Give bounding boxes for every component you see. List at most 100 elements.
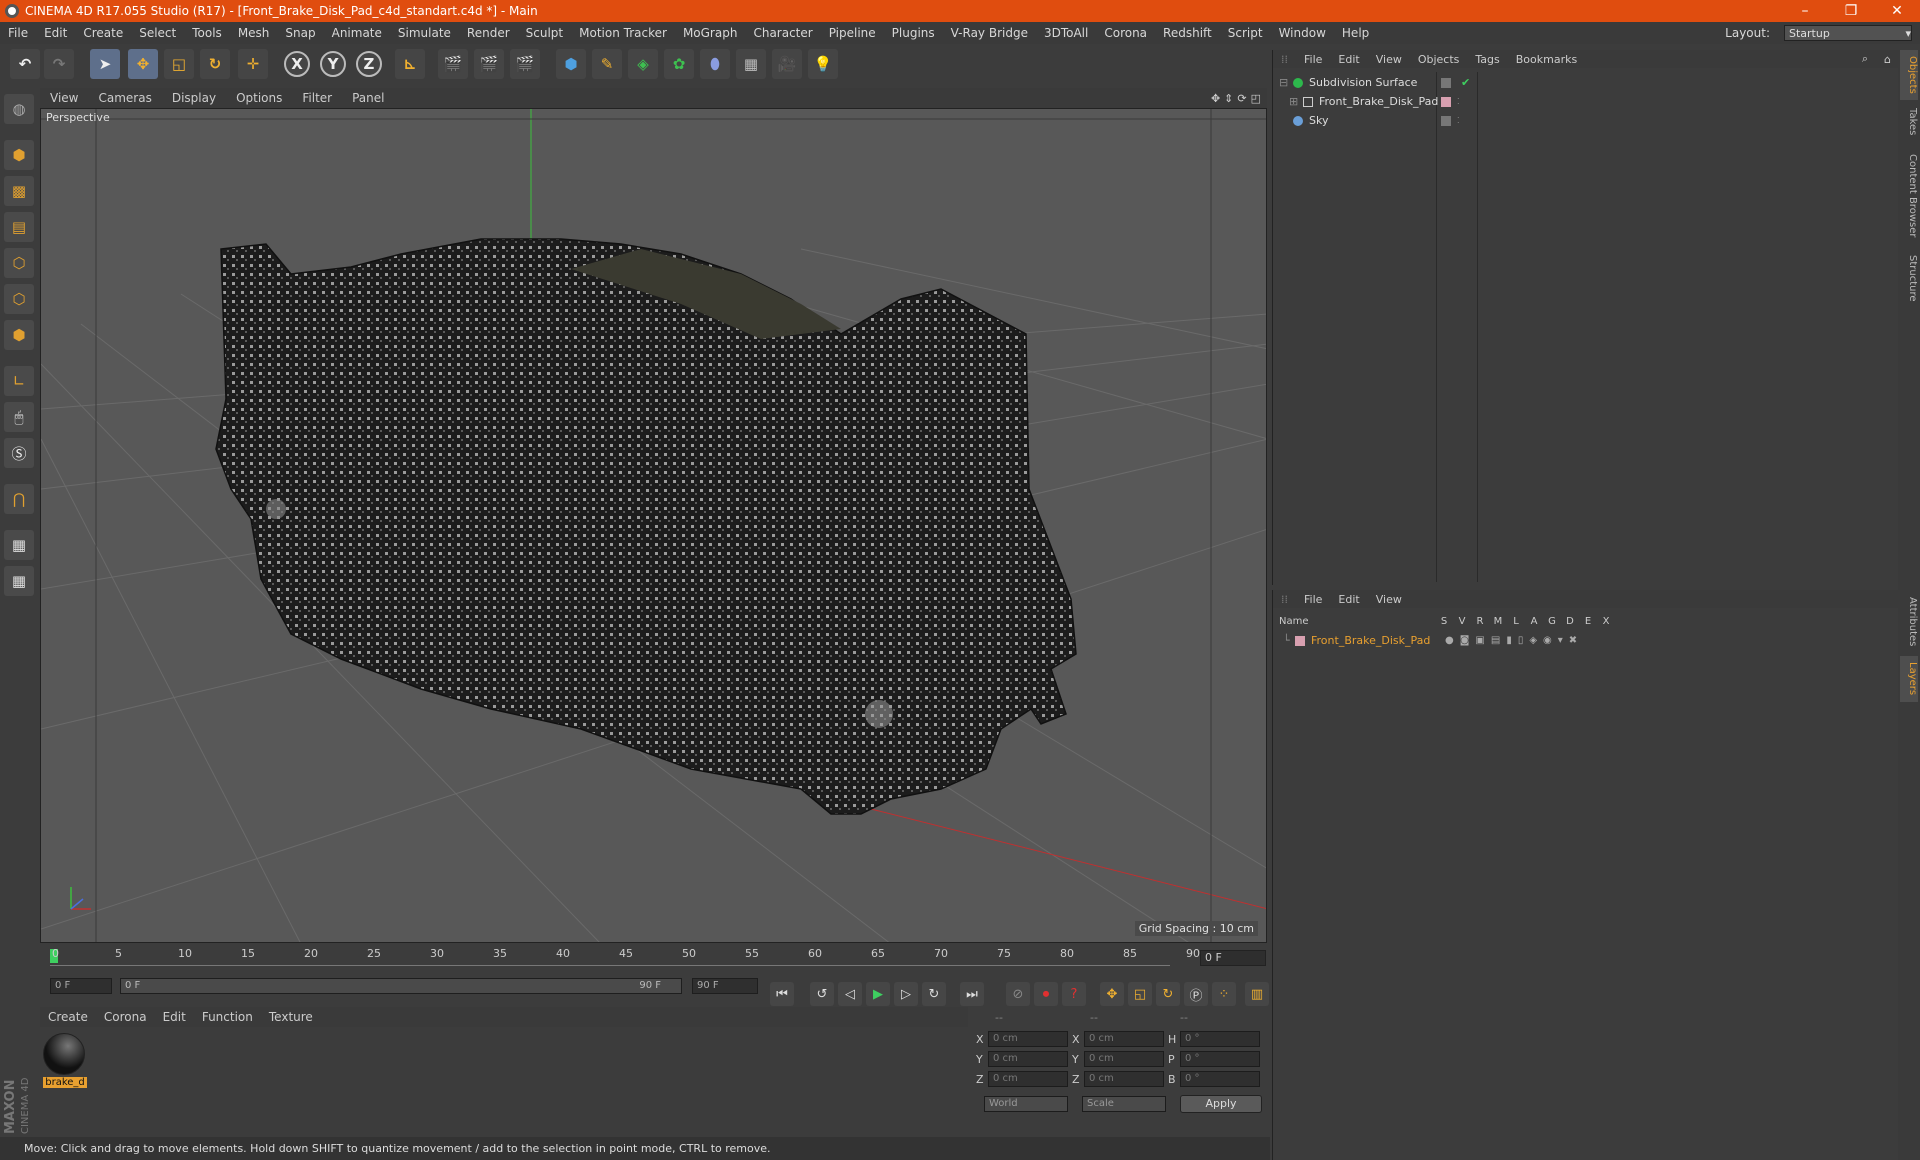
size-mode-select[interactable]: Scale	[1082, 1096, 1166, 1112]
search-icon[interactable]: ⌕	[1854, 52, 1876, 66]
material-menu-corona[interactable]: Corona	[96, 1010, 155, 1024]
layer-menu-file[interactable]: File	[1296, 593, 1330, 606]
workplane-align-button[interactable]: ▦	[4, 566, 34, 596]
menu-plugins[interactable]: Plugins	[884, 26, 943, 40]
start-frame-field[interactable]: 0 F	[50, 978, 112, 994]
key-position-button[interactable]: ✥	[1100, 982, 1124, 1006]
add-deformer-button[interactable]: ⬮	[700, 49, 730, 79]
obj-menu-file[interactable]: File	[1296, 53, 1330, 66]
add-cube-button[interactable]: ⬢	[556, 49, 586, 79]
rot-p-field[interactable]: 0 °	[1180, 1051, 1260, 1067]
record-position-button[interactable]: ⊘	[1006, 982, 1030, 1006]
menu-mograph[interactable]: MoGraph	[675, 26, 746, 40]
tab-structure[interactable]: Structure	[1900, 248, 1918, 308]
menu-file[interactable]: File	[0, 26, 36, 40]
previous-frame-button[interactable]: ◁	[838, 982, 862, 1006]
menu-corona[interactable]: Corona	[1096, 26, 1155, 40]
go-to-start-button[interactable]: ⏮	[770, 982, 794, 1006]
axis-mode-button[interactable]: ∟	[4, 366, 34, 396]
brake-pad-model[interactable]	[215, 238, 1077, 815]
menu-help[interactable]: Help	[1334, 26, 1377, 40]
size-y-field[interactable]: 0 cm	[1084, 1051, 1164, 1067]
tweak-mode-button[interactable]: 🖱	[4, 402, 34, 432]
timeline-ruler[interactable]: 0 5 10 15 20 25 30 35 40 45 50 55 60 65 70 75 80 85 90	[40, 945, 1267, 975]
next-frame-button[interactable]: ▷	[894, 982, 918, 1006]
edges-mode-button[interactable]: ⬡	[4, 284, 34, 314]
layer-menu-view[interactable]: View	[1368, 593, 1410, 606]
viewport-menu-options[interactable]: Options	[226, 91, 292, 105]
obj-menu-edit[interactable]: Edit	[1330, 53, 1367, 66]
menu-simulate[interactable]: Simulate	[390, 26, 459, 40]
tab-attributes[interactable]: Attributes	[1900, 590, 1918, 654]
menu-render[interactable]: Render	[459, 26, 518, 40]
maximize-view-icon[interactable]: ◰	[1251, 92, 1261, 105]
magnet-button[interactable]: ⋂	[4, 484, 34, 514]
redo-button[interactable]: ↷	[44, 49, 74, 79]
obj-menu-objects[interactable]: Objects	[1410, 53, 1468, 66]
object-row-subdivision[interactable]: ⊟ Subdivision Surface ✔	[1273, 73, 1899, 92]
viewport-menu-cameras[interactable]: Cameras	[88, 91, 161, 105]
pan-icon[interactable]: ✥	[1211, 92, 1220, 105]
key-parameter-button[interactable]: Ⓟ	[1184, 982, 1208, 1006]
select-tool-button[interactable]: ➤	[90, 49, 120, 79]
next-key-button[interactable]: ↻	[922, 982, 946, 1006]
viewport-menu-display[interactable]: Display	[162, 91, 226, 105]
visibility-dots-icon[interactable]: ⁚	[1457, 116, 1460, 125]
menu-vray-bridge[interactable]: V-Ray Bridge	[943, 26, 1036, 40]
autokey-button[interactable]: ⏺	[1034, 982, 1058, 1006]
enabled-check-icon[interactable]: ✔	[1461, 76, 1470, 89]
scale-tool-button[interactable]: ◱	[164, 49, 194, 79]
layer-row[interactable]: └ Front_Brake_Disk_Pad ●◙▣▤▮▯◈◉▾✖	[1273, 631, 1899, 650]
render-view-button[interactable]: 🎬	[438, 49, 468, 79]
frame-range-slider[interactable]: 0 F 90 F	[120, 978, 682, 994]
layer-color-swatch[interactable]	[1295, 635, 1305, 646]
viewport-menu-panel[interactable]: Panel	[342, 91, 394, 105]
texture-mode-button[interactable]: ▩	[4, 176, 34, 206]
key-scale-button[interactable]: ◱	[1128, 982, 1152, 1006]
material-menu-function[interactable]: Function	[194, 1010, 261, 1024]
workplane-lock-button[interactable]: ▦	[4, 530, 34, 560]
apply-button[interactable]: Apply	[1180, 1095, 1262, 1113]
object-row-sky[interactable]: Sky ⁚	[1273, 111, 1899, 130]
add-mograph-cloner-button[interactable]: ✿	[664, 49, 694, 79]
pos-x-field[interactable]: 0 cm	[988, 1031, 1068, 1047]
render-settings-button[interactable]: 🎬	[510, 49, 540, 79]
dolly-icon[interactable]: ⇕	[1224, 92, 1233, 105]
menu-sculpt[interactable]: Sculpt	[518, 26, 571, 40]
rotate-tool-button[interactable]: ↻	[200, 49, 230, 79]
home-icon[interactable]: ⌂	[1876, 53, 1899, 66]
timeline-window-button[interactable]: ▥	[1245, 982, 1269, 1006]
render-picture-viewer-button[interactable]: 🎬	[474, 49, 504, 79]
key-rotation-button[interactable]: ↻	[1156, 982, 1180, 1006]
menu-create[interactable]: Create	[75, 26, 131, 40]
go-to-end-button[interactable]: ⏭	[960, 982, 984, 1006]
add-subdivision-button[interactable]: ◈	[628, 49, 658, 79]
play-button[interactable]: ▶	[866, 982, 890, 1006]
size-z-field[interactable]: 0 cm	[1084, 1071, 1164, 1087]
menu-character[interactable]: Character	[745, 26, 820, 40]
y-axis-lock-button[interactable]: Y	[320, 51, 346, 77]
collapse-icon[interactable]: ⊟	[1279, 76, 1293, 89]
visibility-dots-icon[interactable]: ⁚	[1457, 97, 1460, 106]
pos-y-field[interactable]: 0 cm	[988, 1051, 1068, 1067]
menu-pipeline[interactable]: Pipeline	[821, 26, 884, 40]
menu-tools[interactable]: Tools	[184, 26, 230, 40]
make-editable-button[interactable]: ◍	[4, 94, 34, 124]
coord-system-select[interactable]: World	[984, 1096, 1068, 1112]
perspective-viewport[interactable]: Perspective Grid Spacing : 10 cm	[40, 108, 1267, 943]
material-menu-texture[interactable]: Texture	[261, 1010, 321, 1024]
tab-objects[interactable]: Objects	[1900, 50, 1918, 100]
add-floor-button[interactable]: ▦	[736, 49, 766, 79]
menu-snap[interactable]: Snap	[277, 26, 323, 40]
menu-motion-tracker[interactable]: Motion Tracker	[571, 26, 675, 40]
menu-animate[interactable]: Animate	[324, 26, 390, 40]
obj-menu-view[interactable]: View	[1368, 53, 1410, 66]
material-thumbnail[interactable]: brake_d	[43, 1033, 87, 1093]
previous-key-button[interactable]: ↺	[810, 982, 834, 1006]
material-menu-create[interactable]: Create	[40, 1010, 96, 1024]
expand-icon[interactable]: ⊞	[1289, 95, 1303, 108]
close-button[interactable]: ✕	[1874, 3, 1920, 19]
add-spline-pen-button[interactable]: ✎	[592, 49, 622, 79]
menu-window[interactable]: Window	[1271, 26, 1334, 40]
layer-toggle-icons[interactable]: ●◙▣▤▮▯◈◉▾✖	[1445, 635, 1583, 646]
